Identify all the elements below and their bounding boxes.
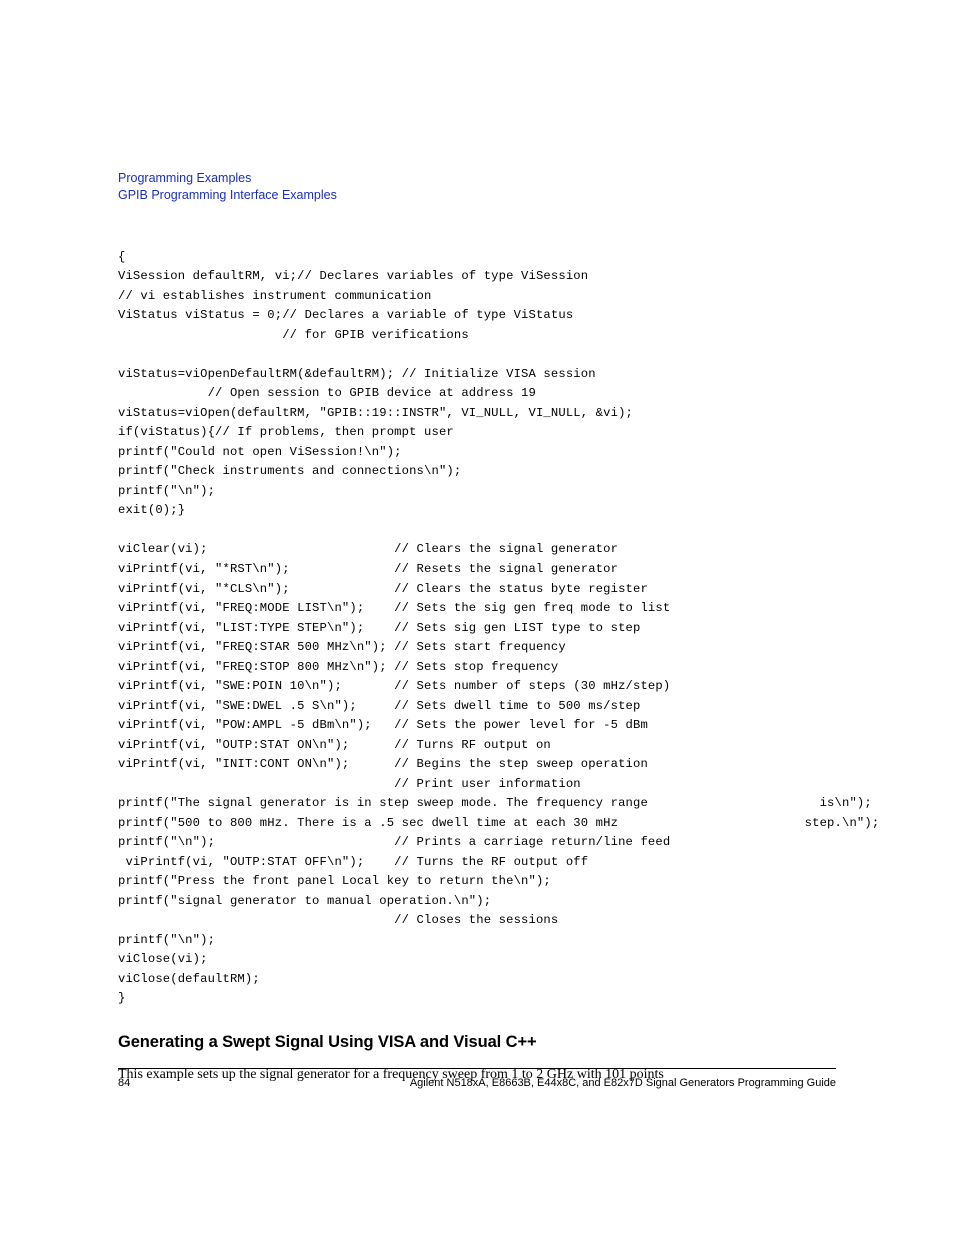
footer-guide-title: Agilent N518xA, E8663B, E44x8C, and E82x… — [410, 1077, 836, 1089]
page-number: 84 — [118, 1077, 130, 1089]
code-listing: { ViSession defaultRM, vi;// Declares va… — [118, 248, 836, 1009]
page-header: Programming Examples GPIB Programming In… — [118, 170, 836, 204]
section-heading: Generating a Swept Signal Using VISA and… — [118, 1033, 836, 1052]
header-line-2: GPIB Programming Interface Examples — [118, 187, 836, 204]
page: Programming Examples GPIB Programming In… — [0, 0, 954, 1235]
header-line-1: Programming Examples — [118, 170, 836, 187]
page-footer: 84 Agilent N518xA, E8663B, E44x8C, and E… — [118, 1068, 836, 1089]
